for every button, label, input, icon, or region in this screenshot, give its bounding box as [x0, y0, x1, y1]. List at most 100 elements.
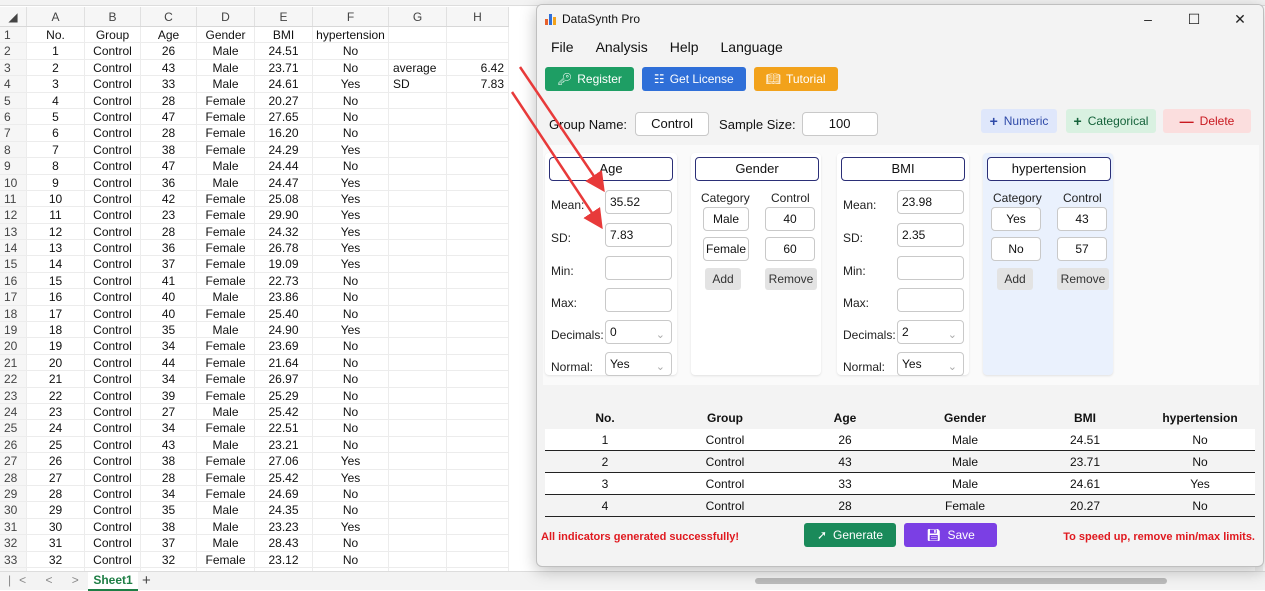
- sheet-cell[interactable]: [447, 223, 509, 240]
- sheet-cell[interactable]: [447, 158, 509, 174]
- sheet-cell[interactable]: 40: [141, 289, 197, 305]
- sheet-cell[interactable]: [389, 240, 447, 256]
- sheet-cell[interactable]: 47: [141, 158, 197, 174]
- sheet-cell[interactable]: 43: [141, 436, 197, 453]
- sheet-cell[interactable]: Female: [197, 551, 255, 567]
- sheet-cell[interactable]: 12: [27, 223, 85, 240]
- row-number[interactable]: 26: [0, 436, 27, 453]
- sheet-cell[interactable]: Control: [85, 240, 141, 256]
- sheet-cell[interactable]: No: [313, 387, 389, 403]
- add-sheet-icon[interactable]: +: [142, 572, 151, 589]
- sheet-cell[interactable]: 5: [27, 108, 85, 125]
- sheet-cell[interactable]: [447, 322, 509, 338]
- age-decimals-select[interactable]: 0 ⌄: [605, 320, 672, 344]
- sheet-cell[interactable]: [389, 108, 447, 125]
- sheet-cell[interactable]: [447, 190, 509, 207]
- sheet-cell[interactable]: [389, 354, 447, 371]
- sheet-cell[interactable]: Female: [197, 125, 255, 141]
- sheet-cell[interactable]: 28: [141, 469, 197, 485]
- sheet-cell[interactable]: 19.09: [255, 256, 313, 272]
- row-number[interactable]: 31: [0, 518, 27, 535]
- sheet-cell[interactable]: 38: [141, 518, 197, 535]
- column-header[interactable]: C: [141, 7, 197, 26]
- sheet-cell[interactable]: 31: [27, 535, 85, 551]
- sheet-cell[interactable]: [389, 43, 447, 59]
- sheet-cell[interactable]: No.: [27, 27, 85, 43]
- gender-count-input[interactable]: 60: [765, 237, 815, 261]
- bmi-normal-select[interactable]: Yes ⌄: [897, 352, 964, 376]
- sheet-cell[interactable]: No: [313, 43, 389, 59]
- sheet-cell[interactable]: Control: [85, 43, 141, 59]
- sheet-cell[interactable]: Control: [85, 289, 141, 305]
- sheet-cell[interactable]: Female: [197, 420, 255, 436]
- sheet-cell[interactable]: 37: [141, 256, 197, 272]
- age-mean-input[interactable]: 35.52: [605, 190, 672, 214]
- sheet-cell[interactable]: 23: [141, 207, 197, 223]
- sheet-cell[interactable]: No: [313, 535, 389, 551]
- sheet-cell[interactable]: 27.65: [255, 108, 313, 125]
- sheet-cell[interactable]: 17: [27, 305, 85, 322]
- sheet-cell[interactable]: 16: [27, 289, 85, 305]
- hypertension-category-input[interactable]: Yes: [991, 207, 1041, 231]
- row-number[interactable]: 33: [0, 551, 27, 567]
- sheet-cell[interactable]: No: [313, 485, 389, 502]
- sheet-cell[interactable]: [389, 207, 447, 223]
- sheet-cell[interactable]: [389, 158, 447, 174]
- sheet-cell[interactable]: Female: [197, 453, 255, 469]
- sheet-cell[interactable]: [389, 387, 447, 403]
- sheet-cell[interactable]: No: [313, 158, 389, 174]
- sheet-cell[interactable]: Control: [85, 256, 141, 272]
- sheet-cell[interactable]: Male: [197, 158, 255, 174]
- sheet-cell[interactable]: 26: [27, 453, 85, 469]
- sheet-cell[interactable]: Control: [85, 436, 141, 453]
- sheet-cell[interactable]: Yes: [313, 76, 389, 92]
- sheet-cell[interactable]: 23.86: [255, 289, 313, 305]
- sheet-cell[interactable]: No: [313, 420, 389, 436]
- row-number[interactable]: 9: [0, 158, 27, 174]
- sheet-cell[interactable]: 39: [141, 387, 197, 403]
- sheet-cell[interactable]: 3: [27, 76, 85, 92]
- sheet-cell[interactable]: 6.42: [447, 59, 509, 76]
- sheet-cell[interactable]: 26.78: [255, 240, 313, 256]
- sheet-cell[interactable]: 33: [141, 76, 197, 92]
- close-icon[interactable]: ✕: [1217, 5, 1263, 33]
- row-number[interactable]: 29: [0, 485, 27, 502]
- column-header[interactable]: B: [85, 7, 141, 26]
- sheet-cell[interactable]: 41: [141, 272, 197, 289]
- sheet-cell[interactable]: [389, 453, 447, 469]
- row-number[interactable]: 23: [0, 387, 27, 403]
- horizontal-scrollbar[interactable]: [755, 578, 1167, 584]
- row-number[interactable]: 22: [0, 371, 27, 387]
- sheet-cell[interactable]: Control: [85, 420, 141, 436]
- sheet-cell[interactable]: Female: [197, 92, 255, 108]
- spreadsheet-grid[interactable]: 1 No. Group Age Gender BMI hypertension 2 1 Contr…: [0, 27, 509, 585]
- row-number[interactable]: 4: [0, 76, 27, 92]
- sheet-cell[interactable]: Female: [197, 387, 255, 403]
- sheet-cell[interactable]: 2: [27, 59, 85, 76]
- sheet-cell[interactable]: [389, 338, 447, 354]
- sheet-cell[interactable]: 34: [141, 485, 197, 502]
- sheet-cell[interactable]: Female: [197, 305, 255, 322]
- age-min-input[interactable]: [605, 256, 672, 280]
- sheet-cell[interactable]: 25.42: [255, 403, 313, 420]
- sheet-cell[interactable]: 24.29: [255, 141, 313, 158]
- age-normal-select[interactable]: Yes ⌄: [605, 352, 672, 376]
- row-number[interactable]: 18: [0, 305, 27, 322]
- row-number[interactable]: 30: [0, 502, 27, 518]
- sheet-cell[interactable]: [389, 272, 447, 289]
- sheet-cell[interactable]: Female: [197, 469, 255, 485]
- row-number[interactable]: 10: [0, 174, 27, 190]
- sheet-cell[interactable]: [389, 289, 447, 305]
- sheet-cell[interactable]: Female: [197, 354, 255, 371]
- group-name-input[interactable]: Control: [635, 112, 710, 136]
- sheet-cell[interactable]: [447, 240, 509, 256]
- sheet-cell[interactable]: 29: [27, 502, 85, 518]
- sheet-cell[interactable]: 35: [141, 322, 197, 338]
- column-header[interactable]: A: [27, 7, 85, 26]
- sheet-cell[interactable]: Female: [197, 338, 255, 354]
- sheet-cell[interactable]: Yes: [313, 256, 389, 272]
- sheet-cell[interactable]: Yes: [313, 223, 389, 240]
- sheet-cell[interactable]: [447, 453, 509, 469]
- sheet-cell[interactable]: Yes: [313, 141, 389, 158]
- bmi-min-input[interactable]: [897, 256, 964, 280]
